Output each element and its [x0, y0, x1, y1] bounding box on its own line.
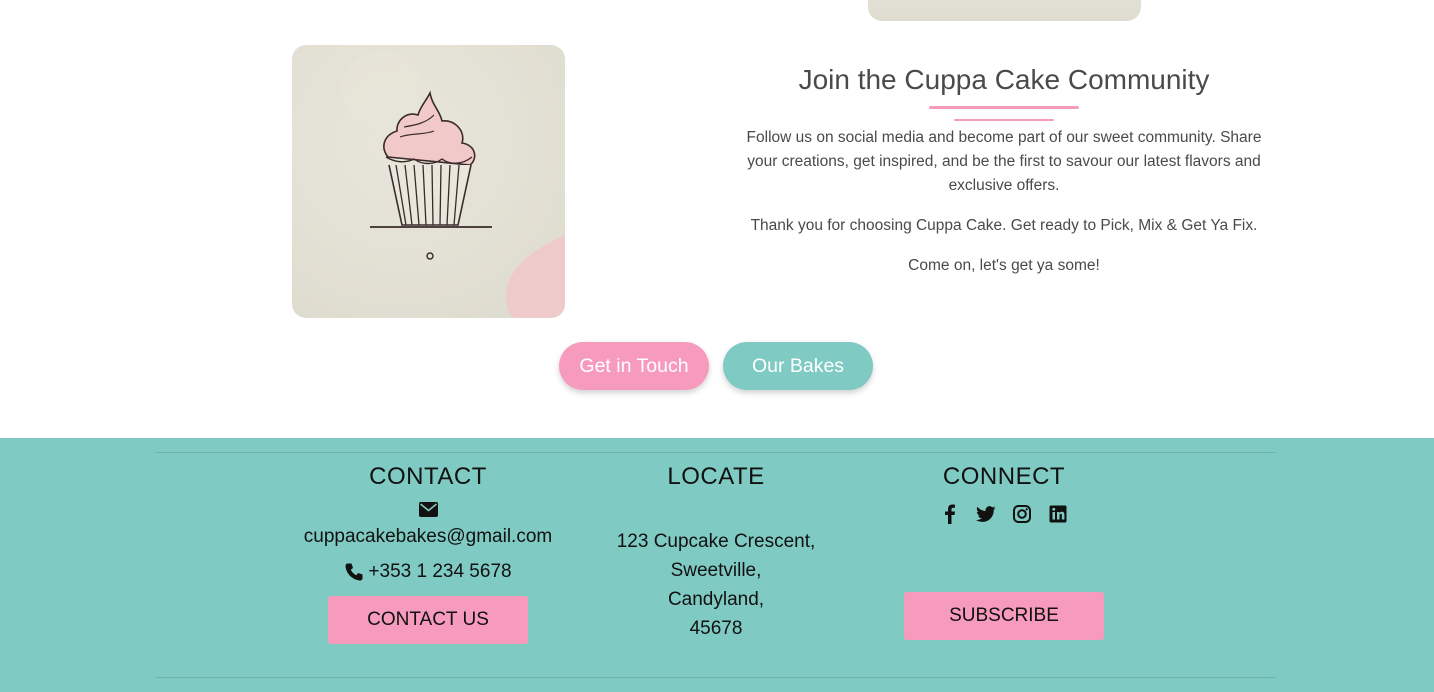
footer-contact-column: CONTACT cuppacakebakes@gmail.com +353 1 … [278, 462, 578, 644]
title-underline [929, 102, 1079, 121]
contact-phone: +353 1 234 5678 [368, 561, 512, 582]
footer: CONTACT cuppacakebakes@gmail.com +353 1 … [0, 438, 1434, 692]
connect-heading: CONNECT [942, 463, 1066, 490]
footer-divider-bottom [155, 677, 1276, 678]
social-icons [854, 504, 1154, 524]
locate-heading: LOCATE [667, 463, 765, 490]
facebook-icon[interactable] [940, 504, 960, 524]
underline-short [954, 119, 1054, 121]
community-paragraph: Follow us on social media and become par… [746, 129, 1262, 194]
subscribe-wrapper: SUBSCRIBE [854, 592, 1154, 640]
underline-long [929, 106, 1079, 109]
cta-buttons: Get in Touch Our Bakes [0, 342, 1434, 390]
contact-phone-row[interactable]: +353 1 234 5678 [278, 557, 578, 586]
address-line: 45678 [689, 618, 743, 639]
our-bakes-button[interactable]: Our Bakes [723, 342, 873, 390]
footer-connect-column: CONNECT SUBSCRIBE [854, 462, 1154, 640]
community-section: Join the Cuppa Cake Community Follow us … [738, 58, 1270, 278]
contact-us-button[interactable]: CONTACT US [328, 596, 528, 644]
contact-heading: CONTACT [369, 463, 487, 490]
community-paragraph: Thank you for choosing Cuppa Cake. Get r… [750, 217, 1258, 234]
address-line: Candyland, [667, 589, 765, 610]
footer-divider-top [155, 452, 1276, 453]
subscribe-button[interactable]: SUBSCRIBE [904, 592, 1104, 640]
linkedin-icon[interactable] [1048, 504, 1068, 524]
community-title: Join the Cuppa Cake Community [798, 64, 1210, 95]
address-block: 123 Cupcake Crescent, Sweetville, Candyl… [566, 527, 866, 643]
footer-locate-column: LOCATE 123 Cupcake Crescent, Sweetville,… [566, 462, 866, 643]
cupcake-image [292, 45, 565, 318]
get-in-touch-button[interactable]: Get in Touch [559, 342, 709, 390]
envelope-icon [278, 502, 578, 522]
previous-section-image [868, 0, 1141, 21]
address-line: Sweetville, [670, 560, 762, 581]
contact-email[interactable]: cuppacakebakes@gmail.com [278, 522, 578, 551]
community-paragraph: Come on, let's get ya some! [908, 257, 1100, 274]
instagram-icon[interactable] [1012, 504, 1032, 524]
twitter-icon[interactable] [976, 504, 996, 524]
phone-icon [344, 562, 364, 582]
address-line: 123 Cupcake Crescent, [616, 531, 816, 552]
